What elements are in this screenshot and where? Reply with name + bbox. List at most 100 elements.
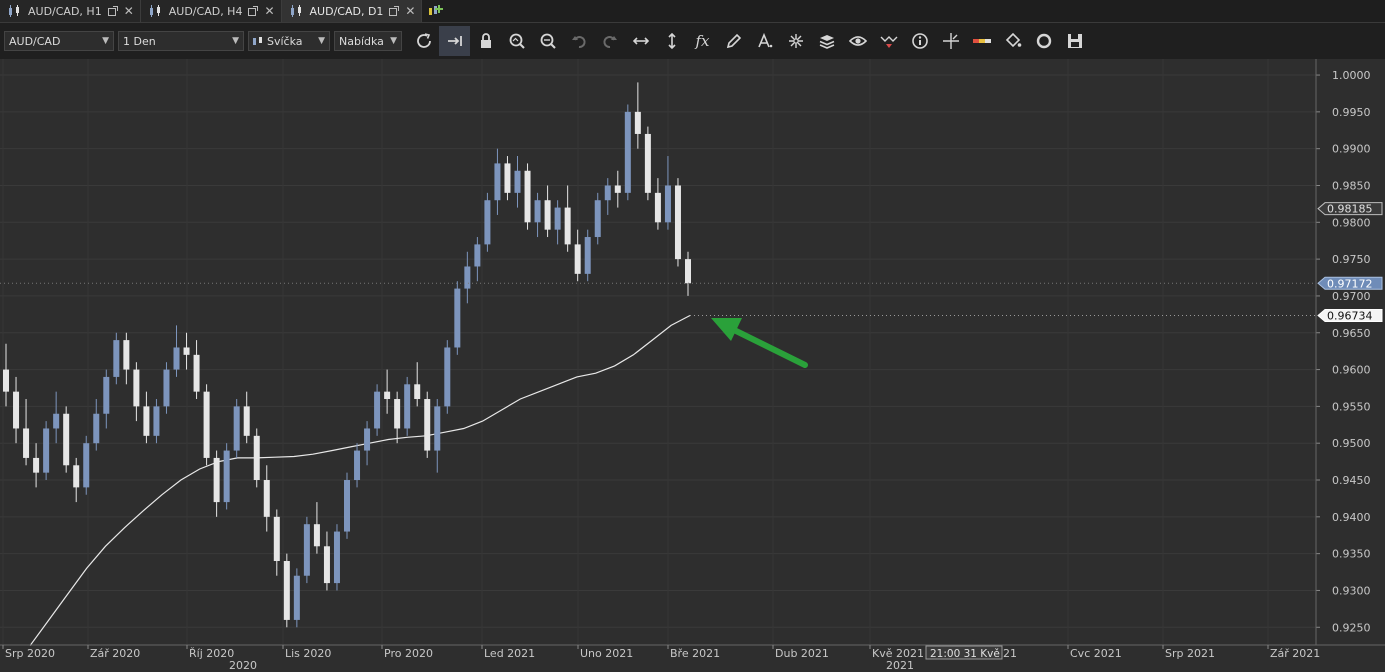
zoom-out-button[interactable] — [532, 26, 563, 56]
candle-body — [554, 207, 561, 230]
cycle-button[interactable] — [1028, 26, 1059, 56]
text-tool-button[interactable] — [749, 26, 780, 56]
close-icon[interactable]: ✕ — [124, 5, 134, 17]
refresh-button[interactable] — [408, 26, 439, 56]
y-tick-label: 0.9500 — [1332, 437, 1371, 450]
paint-bucket-icon — [1005, 32, 1021, 48]
zoom-out-icon — [540, 33, 556, 49]
layers-button[interactable] — [811, 26, 842, 56]
crosshair-time-label: 21:00 31 Kvě — [930, 648, 1000, 660]
indicators-button[interactable]: fx — [687, 26, 718, 56]
cursor-cross-button[interactable] — [935, 26, 966, 56]
detach-icon[interactable] — [389, 6, 400, 16]
chart-type-content: Svíčka — [253, 35, 303, 48]
paint-bucket-button[interactable] — [997, 26, 1028, 56]
tab-audcad-h1[interactable]: AUD/CAD, H1 ✕ — [0, 0, 141, 22]
candle-body — [374, 391, 381, 429]
zoom-in-icon — [509, 33, 525, 49]
candle-body — [13, 391, 20, 429]
y-tick-label: 0.9300 — [1332, 584, 1371, 597]
cursor-cross-icon — [942, 33, 959, 49]
crosshair-tool-button[interactable] — [780, 26, 811, 56]
chevron-down-icon: ▼ — [232, 36, 239, 46]
chart-type-select[interactable]: Svíčka ▼ — [248, 31, 330, 51]
info-button[interactable] — [904, 26, 935, 56]
candle-body — [504, 163, 511, 193]
undo-button[interactable] — [563, 26, 594, 56]
x-month-label: Cvc 2021 — [1070, 647, 1122, 660]
candle-body — [514, 170, 521, 193]
chart-background — [0, 59, 1385, 672]
scroll-right-button[interactable] — [439, 26, 470, 56]
candle-body — [223, 450, 230, 503]
candle-body — [173, 347, 180, 370]
y-tick-label: 0.9600 — [1332, 364, 1371, 377]
detach-icon[interactable] — [248, 6, 259, 16]
tab-label: AUD/CAD, D1 — [309, 4, 384, 18]
tab-label: AUD/CAD, H1 — [28, 4, 102, 18]
candle-body — [243, 406, 250, 436]
x-month-label: Zář 2020 — [90, 647, 140, 660]
tab-label: AUD/CAD, H4 — [168, 4, 243, 18]
candle-body — [283, 561, 290, 620]
save-icon — [1067, 34, 1082, 48]
candle-body — [484, 200, 491, 245]
y-tick-label: 0.9850 — [1332, 179, 1371, 192]
candle-body — [143, 406, 150, 436]
tab-audcad-d1[interactable]: AUD/CAD, D1 ✕ — [281, 0, 423, 22]
y-tick-label: 0.9750 — [1332, 253, 1371, 266]
candle-body — [544, 200, 551, 230]
stretch-horizontal-button[interactable] — [625, 26, 656, 56]
tab-audcad-h4[interactable]: AUD/CAD, H4 ✕ — [140, 0, 282, 22]
price-chart[interactable]: 1.0000 0.9950 0.9900 0.9850 0.9800 0.9750 0.97… — [0, 59, 1385, 672]
lock-button[interactable] — [470, 26, 501, 56]
redo-icon — [602, 36, 617, 48]
candle-body — [43, 428, 50, 473]
candle-body — [33, 457, 40, 473]
x-month-label-partial: 21 — [1003, 647, 1017, 660]
candle-body — [153, 406, 160, 436]
undo-icon — [571, 36, 586, 48]
candle-body — [474, 244, 481, 267]
candle-body — [73, 465, 80, 488]
candle-body — [23, 428, 30, 458]
x-month-label: Pro 2020 — [384, 647, 433, 660]
period-select[interactable]: 1 Den ▼ — [118, 31, 244, 51]
add-chart-button[interactable] — [422, 0, 448, 22]
x-month-label: Led 2021 — [484, 647, 535, 660]
candle-body — [273, 516, 280, 562]
candle-body — [624, 111, 631, 193]
visibility-button[interactable] — [842, 26, 873, 56]
candle-body — [233, 406, 240, 451]
stretch-horizontal-icon — [632, 37, 649, 45]
chevron-down-icon: ▼ — [102, 36, 109, 46]
lock-icon — [480, 33, 491, 48]
candle-body — [394, 399, 401, 429]
redo-button[interactable] — [594, 26, 625, 56]
refresh-icon — [416, 33, 431, 48]
period-value: 1 Den — [123, 34, 156, 48]
pencil-button[interactable] — [718, 26, 749, 56]
candle-body — [83, 443, 90, 488]
stretch-vertical-button[interactable] — [656, 26, 687, 56]
candle-body — [293, 575, 300, 620]
candle-body — [123, 340, 130, 370]
detach-icon[interactable] — [107, 6, 118, 16]
signals-button[interactable] — [873, 26, 904, 56]
zoom-in-button[interactable] — [501, 26, 532, 56]
candle-body — [634, 111, 641, 134]
y-tick-label: 0.9800 — [1332, 216, 1371, 229]
symbol-select[interactable]: AUD/CAD ▼ — [4, 31, 114, 51]
price-side-select[interactable]: Nabídka ▼ — [334, 31, 402, 51]
candle-body — [454, 288, 461, 348]
y-tick-label: 0.9350 — [1332, 548, 1371, 561]
save-button[interactable] — [1059, 26, 1090, 56]
scroll-right-icon — [447, 36, 462, 46]
close-icon[interactable]: ✕ — [264, 5, 274, 17]
close-icon[interactable]: ✕ — [405, 5, 415, 17]
candle-body — [524, 170, 531, 223]
chart-area[interactable]: 1.0000 0.9950 0.9900 0.9850 0.9800 0.9750 0.97… — [0, 59, 1385, 672]
y-tick-label: 0.9650 — [1332, 327, 1371, 340]
color-bar-button[interactable] — [966, 26, 997, 56]
pencil-icon — [726, 33, 741, 49]
